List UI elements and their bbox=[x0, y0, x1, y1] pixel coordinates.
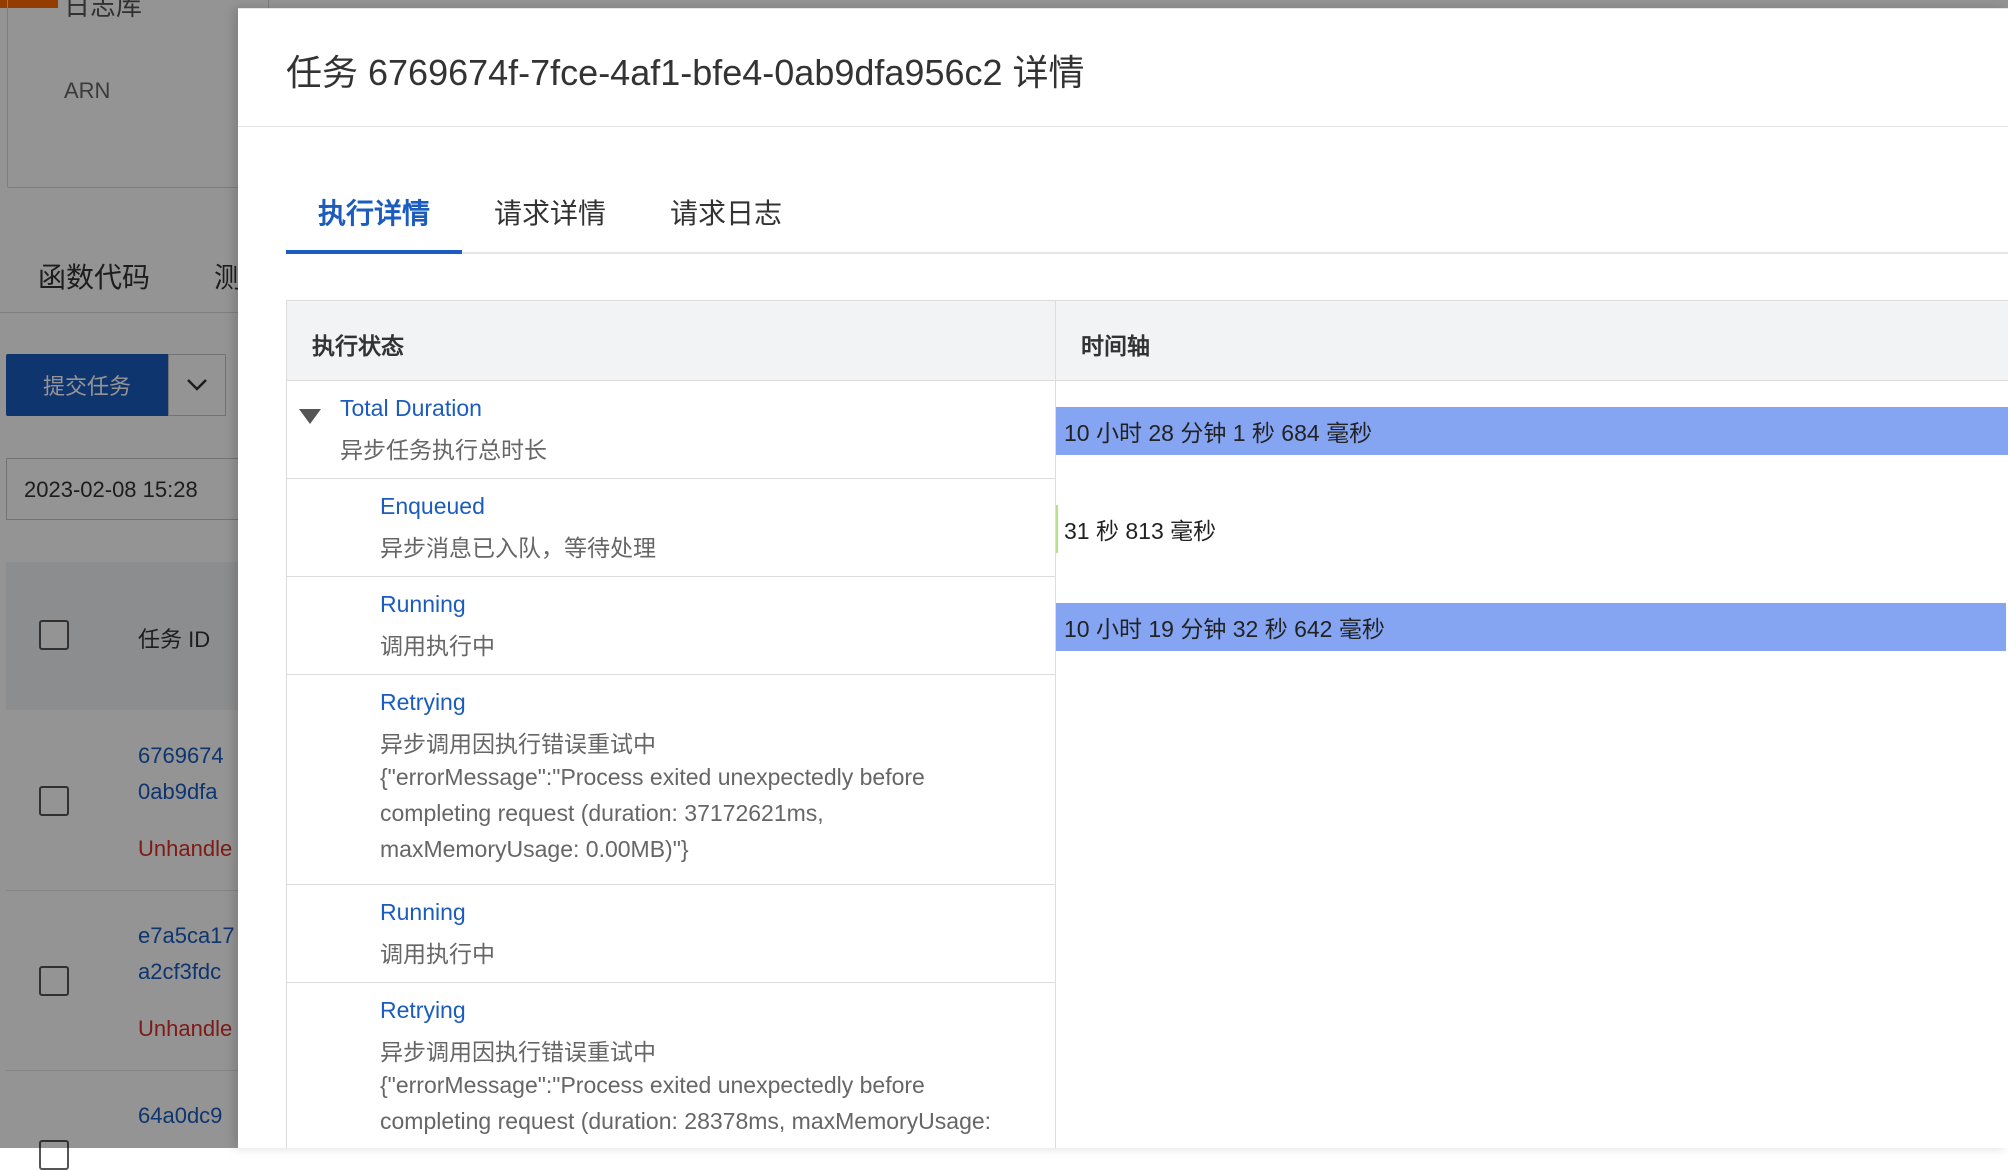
state-row: Total Duration 异步任务执行总时长 bbox=[287, 381, 1055, 479]
state-name[interactable]: Retrying bbox=[380, 689, 466, 716]
drawer-title: 任务 6769674f-7fce-4af1-bfe4-0ab9dfa956c2 … bbox=[286, 52, 1085, 93]
error-message: {"errorMessage":"Process exited unexpect… bbox=[380, 1072, 992, 1148]
state-description: 调用执行中 bbox=[380, 941, 495, 967]
state-description: 异步调用因执行错误重试中 bbox=[380, 1039, 656, 1065]
collapse-toggle-icon[interactable] bbox=[299, 409, 321, 424]
tab-request-logs[interactable]: 请求日志 bbox=[670, 192, 782, 232]
active-tab-indicator bbox=[286, 250, 462, 254]
state-description: 异步调用因执行错误重试中 bbox=[380, 731, 656, 757]
state-description: 异步消息已入队，等待处理 bbox=[380, 535, 656, 561]
timeline-bar: 10 小时 28 分钟 1 秒 684 毫秒 bbox=[1056, 407, 2008, 455]
error-message: {"errorMessage":"Process exited unexpect… bbox=[380, 764, 925, 862]
state-name[interactable]: Running bbox=[380, 591, 466, 618]
task-detail-drawer: 任务 6769674f-7fce-4af1-bfe4-0ab9dfa956c2 … bbox=[238, 8, 2008, 1148]
execution-grid: 执行状态 时间轴 Total Duration 异步任务执行总时长 10 小时 … bbox=[286, 300, 2008, 1148]
timeline-bar: 10 小时 19 分钟 32 秒 642 毫秒 bbox=[1056, 603, 2006, 651]
tab-request-details[interactable]: 请求详情 bbox=[494, 192, 606, 232]
state-row: Retrying 异步调用因执行错误重试中 {"errorMessage":"P… bbox=[287, 675, 1055, 885]
detail-tabs: 执行详情 请求详情 请求日志 bbox=[286, 168, 2008, 254]
state-name[interactable]: Running bbox=[380, 899, 466, 926]
state-row: Retrying 异步调用因执行错误重试中 {"errorMessage":"P… bbox=[287, 983, 1055, 1148]
state-name[interactable]: Total Duration bbox=[340, 395, 482, 422]
state-name[interactable]: Retrying bbox=[380, 997, 466, 1024]
tab-execution-details[interactable]: 执行详情 bbox=[318, 192, 430, 232]
timeline-duration: 31 秒 813 毫秒 bbox=[1064, 518, 1217, 544]
state-description: 调用执行中 bbox=[380, 633, 495, 659]
state-row: Running 调用执行中 bbox=[287, 885, 1055, 983]
state-row: Enqueued 异步消息已入队，等待处理 bbox=[287, 479, 1055, 577]
state-row: Running 调用执行中 bbox=[287, 577, 1055, 675]
column-header-timeline: 时间轴 bbox=[1056, 301, 2008, 381]
state-description: 异步任务执行总时长 bbox=[340, 437, 547, 463]
state-name[interactable]: Enqueued bbox=[380, 493, 485, 520]
divider bbox=[238, 126, 2008, 127]
divider bbox=[238, 8, 2008, 9]
